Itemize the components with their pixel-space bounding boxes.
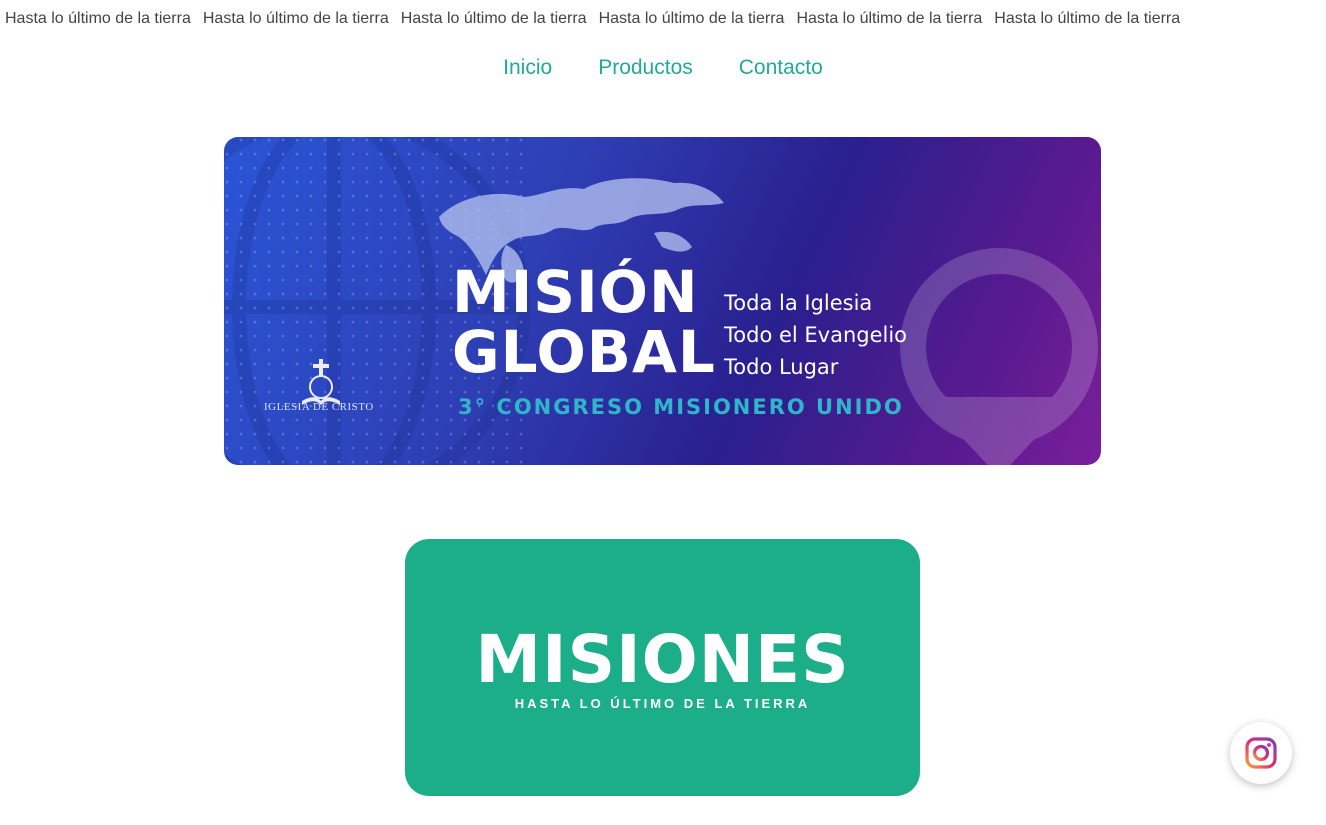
banner-title-line2: GLOBAL [452,318,716,386]
location-pin-icon [900,248,1098,465]
nav-inicio[interactable]: Inicio [503,56,552,80]
marquee-text: Hasta lo último de la tierra [400,10,587,27]
banner-tagline: Toda la Iglesia Todo el Evangelio Todo L… [724,287,907,383]
top-marquee: Hasta lo último de la tierra Hasta lo úl… [0,10,1326,32]
tagline-line: Toda la Iglesia [724,291,873,315]
tagline-line: Todo Lugar [724,355,839,379]
church-logo-text: IGLESIA DE CRISTO [264,401,374,413]
banner-title-line1: MISIÓN [452,258,699,326]
misiones-card[interactable]: MISIONES HASTA LO ÚLTIMO DE LA TIERRA [405,539,920,796]
misiones-title: MISIONES [475,621,850,698]
instagram-icon [1245,737,1277,769]
banner-subtitle: 3° CONGRESO MISIONERO UNIDO [458,395,904,419]
marquee-text: Hasta lo último de la tierra [598,10,785,27]
marquee-text: Hasta lo último de la tierra [202,10,389,27]
marquee-text: Hasta lo último de la tierra [994,10,1181,27]
instagram-button[interactable] [1230,722,1292,784]
nav-contacto[interactable]: Contacto [739,56,823,80]
misiones-subtitle: HASTA LO ÚLTIMO DE LA TIERRA [514,696,811,711]
main-nav: Inicio Productos Contacto [0,56,1326,80]
nav-productos[interactable]: Productos [598,56,693,80]
marquee-text: Hasta lo último de la tierra [5,10,191,27]
tagline-line: Todo el Evangelio [724,323,908,347]
marquee-text: Hasta lo último de la tierra [796,10,983,27]
mision-global-banner[interactable]: MISIÓN GLOBAL Toda la Iglesia Todo el Ev… [224,137,1101,465]
